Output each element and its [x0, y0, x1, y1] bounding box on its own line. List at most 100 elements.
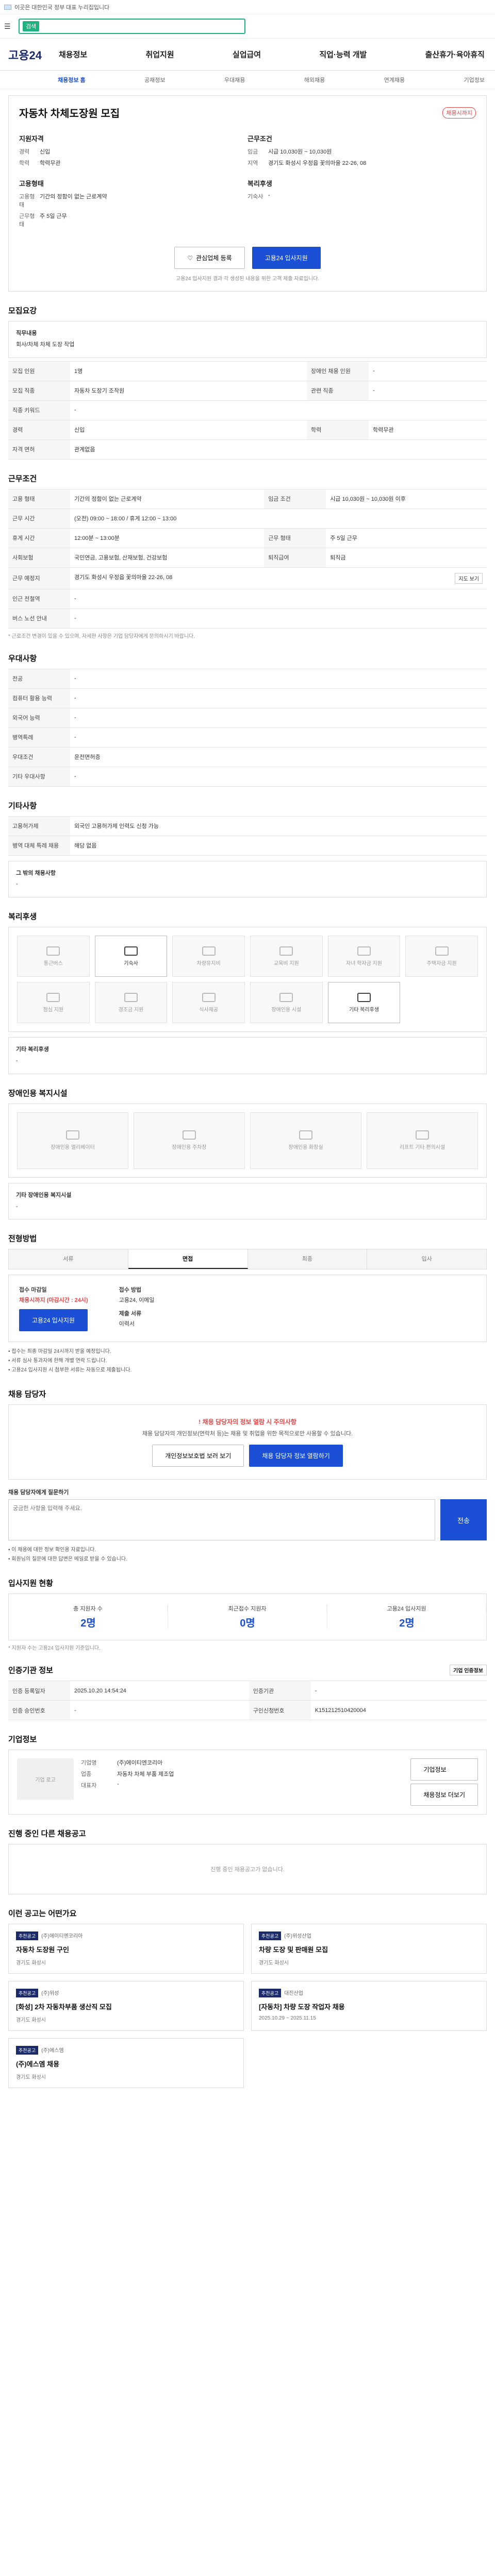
- rec-card[interactable]: 추천공고 (주)에스엠 (주)에스엠 채용 경기도 화성시: [8, 2038, 244, 2089]
- more-jobs-button[interactable]: 채용정보 더보기: [410, 1784, 478, 1806]
- kv-key: 근무형태: [19, 213, 35, 228]
- menu-icon[interactable]: ☰: [4, 22, 14, 31]
- employment-heading: 고용형태: [19, 180, 44, 188]
- table-row: 모집 직종 자동차 도장기 조작원 관련 직종 -: [8, 380, 487, 401]
- view-contact-button[interactable]: 채용 담당자 정보 열람하기: [249, 1445, 343, 1467]
- scrap-button[interactable]: ♡ 관심업체 등록: [174, 247, 245, 269]
- gnb-item-benefit[interactable]: 실업급여: [233, 49, 261, 60]
- welfare-extra-heading: 기타 복리후생: [16, 1046, 49, 1053]
- process-notes: 접수는 최종 마감일 24시까지 받을 예정입니다. 서류 심사 통과자에 한해…: [8, 1347, 487, 1375]
- welfare-grid: 통근버스 기숙사 차량유지비 교육비 지원 자녀 학자금 지원 주택자금 지원 …: [8, 927, 487, 1032]
- job-summary-card: 자동차 차체도장원 모집 채용시까지 지원자격 경력 신입 학력 학력무관 고용형태…: [8, 95, 487, 292]
- subnav-item[interactable]: 연계채용: [384, 76, 405, 84]
- stats-note: * 지원자 수는 고용24 입사지원 기준입니다.: [8, 1646, 101, 1652]
- kv-key: 지역: [248, 160, 258, 166]
- table-row: 근무 시간 (오전) 09:00 ~ 18:00 / 휴게 12:00 ~ 13:…: [8, 508, 487, 529]
- heart-icon: ♡: [187, 254, 193, 262]
- process-step: 서류: [9, 1249, 128, 1269]
- deadline-label: 접수 마감일: [19, 1287, 47, 1294]
- welfare-item: 장애인용 시설: [250, 982, 323, 1024]
- gnb-item-jobs[interactable]: 채용정보: [59, 49, 87, 60]
- table-row: 경력 신입 학력 학력무관: [8, 419, 487, 440]
- apply-button[interactable]: 고용24 입사지원: [252, 247, 321, 269]
- car-icon: [202, 946, 216, 956]
- dormitory-icon: [124, 946, 138, 956]
- company-logo: 기업 로고: [17, 1758, 74, 1800]
- section-title-pref: 우대사항: [8, 654, 37, 663]
- company-info-button[interactable]: 기업정보: [410, 1758, 478, 1781]
- work-table: 고용 형태 기간의 정함이 없는 근로계약 임금 조건 시급 10,030원 ~ 10…: [8, 488, 487, 629]
- process-step: 최종: [248, 1249, 368, 1269]
- table-row: 전공 -: [8, 668, 487, 689]
- qual-heading: 지원자격: [19, 135, 44, 143]
- agency-button[interactable]: 기업 인증정보: [450, 1665, 487, 1676]
- stat-item: 고용24 입사지원 2명: [327, 1604, 486, 1630]
- privacy-button[interactable]: 개인정보보호법 보러 보기: [152, 1445, 244, 1467]
- kv-key: 임금: [248, 149, 258, 155]
- welfare-item: 기숙사: [94, 936, 168, 977]
- welfare-item: 주택자금 지원: [405, 936, 478, 977]
- recommend-grid: 추천공고 (주)에이티엔코리아 자동차 도장원 구인 경기도 화성시 추천공고 (주)위…: [8, 1924, 487, 2089]
- rec-card[interactable]: 추천공고 (주)에이티엔코리아 자동차 도장원 구인 경기도 화성시: [8, 1924, 244, 1974]
- gnb-item-support[interactable]: 취업지원: [145, 49, 174, 60]
- map-button[interactable]: 지도 보기: [455, 572, 483, 584]
- doc-value: 이력서: [119, 1321, 135, 1328]
- process-step: 입사: [367, 1249, 486, 1269]
- table-row: 고용허가제 외국인 고용허가제 인력도 신청 가능: [8, 816, 487, 836]
- process-step: 면접: [128, 1249, 248, 1269]
- table-row: 자격 면허 관계없음: [8, 439, 487, 460]
- site-logo[interactable]: 고용24: [8, 46, 48, 63]
- search-row: ☰ 검색: [0, 14, 495, 39]
- welfare-item: 차량유지비: [172, 936, 245, 977]
- send-button[interactable]: 전송: [440, 1499, 487, 1541]
- gnb-item-leave[interactable]: 출산휴가·육아휴직: [425, 49, 485, 60]
- company-box: 기업 로고 기업명 (주)에이티엔코리아 업종 자동차 차체 부품 제조업 대표자 -…: [8, 1750, 487, 1815]
- welfare-extra-box: 기타 복리후생 -: [8, 1037, 487, 1074]
- subnav-item[interactable]: 기업정보: [464, 76, 484, 84]
- other-extra-box: 그 밖의 채용사항 -: [8, 860, 487, 898]
- question-input[interactable]: [8, 1499, 435, 1541]
- disabled-grid: 장애인용 엘리베이터 장애인용 주차장 장애인용 화장실 리프트 기타 편의시설: [8, 1103, 487, 1178]
- section-title-recommend: 이런 공고는 어떤가요: [8, 1909, 77, 1919]
- subnav-item[interactable]: 해외채용: [304, 76, 325, 84]
- disabled-extra-text: -: [16, 1203, 18, 1210]
- disabled-item: 장애인용 화장실: [250, 1112, 361, 1169]
- welfare-item: 경조금 지원: [94, 982, 168, 1024]
- kv-value: 신입: [40, 149, 51, 155]
- method-label: 접수 방법: [119, 1287, 142, 1294]
- subnav-item[interactable]: 우대채용: [224, 76, 245, 84]
- subnav-item[interactable]: 공채정보: [144, 76, 165, 84]
- subnav-item[interactable]: 채용정보 홈: [58, 76, 86, 84]
- table-row: 근무 예정지 경기도 화성시 우정읍 꽃의마을 22-26, 08 지도 보기: [8, 567, 487, 589]
- elevator-icon: [66, 1130, 79, 1140]
- qa-label: 채용 담당자에게 질문하기: [8, 1489, 69, 1496]
- rec-card[interactable]: 추천공고 (주)위성 [화성] 2차 자동차부품 생산직 모집 경기도 화성시: [8, 1981, 244, 2031]
- rec-card[interactable]: 추천공고 대진산업 [자동차] 차량 도장 작업자 채용 2025.10.29 ~ 2…: [251, 1981, 487, 2031]
- bus-icon: [46, 946, 60, 956]
- alert-icon: !: [199, 1418, 201, 1426]
- job-title: 자동차 차체도장원 모집: [19, 108, 120, 120]
- agency-table: 인증 등록일자 2025.10.20 14:54:24 인증기관 - 인증 승인번호 -…: [8, 1681, 487, 1721]
- search-input[interactable]: 검색: [19, 19, 245, 34]
- table-row: 인근 전철역 -: [8, 588, 487, 609]
- table-row: 인증 승인번호 - 구인신청번호 K151212510420004: [8, 1700, 487, 1721]
- search-tag: 검색: [23, 21, 40, 31]
- education-icon: [279, 946, 293, 956]
- section-title-stats: 입사지원 현황: [8, 1579, 53, 1588]
- sub-nav: 채용정보 홈 공채정보 우대채용 해외채용 연계채용 기업정보: [0, 71, 495, 89]
- process-apply-button[interactable]: 고용24 입사지원: [19, 1309, 88, 1332]
- table-row: 컴퓨터 활용 능력 -: [8, 688, 487, 708]
- gnb-item-training[interactable]: 직업·능력 개발: [319, 49, 367, 60]
- table-row: 병역 대체 특례 채용 해당 없음: [8, 835, 487, 856]
- apply-note: 고용24 입사지원 결과 각 생성된 내용을 위한 고객 제출 자료입니다.: [175, 276, 320, 282]
- table-row: 사회보험 국민연금, 고용보험, 산재보험, 건강보험 퇴직급여 퇴직금: [8, 547, 487, 568]
- doc-label: 제출 서류: [119, 1311, 142, 1317]
- work-note: * 근로조건 변경이 있을 수 있으며, 자세한 사항은 기업 담당자에게 문의…: [8, 633, 195, 639]
- gov-notice-bar: 이곳은 대한민국 정부 대표 누리집입니다: [0, 0, 495, 14]
- kv-key: 기숙사: [248, 194, 263, 200]
- qa-box: 전송: [8, 1499, 487, 1541]
- rec-card[interactable]: 추천공고 (주)위성산업 차량 도장 및 판매원 모집 경기도 화성시: [251, 1924, 487, 1974]
- lift-icon: [416, 1130, 429, 1140]
- other-jobs-empty: 진행 중인 채용공고가 없습니다.: [8, 1844, 487, 1895]
- etc-icon: [357, 992, 371, 1002]
